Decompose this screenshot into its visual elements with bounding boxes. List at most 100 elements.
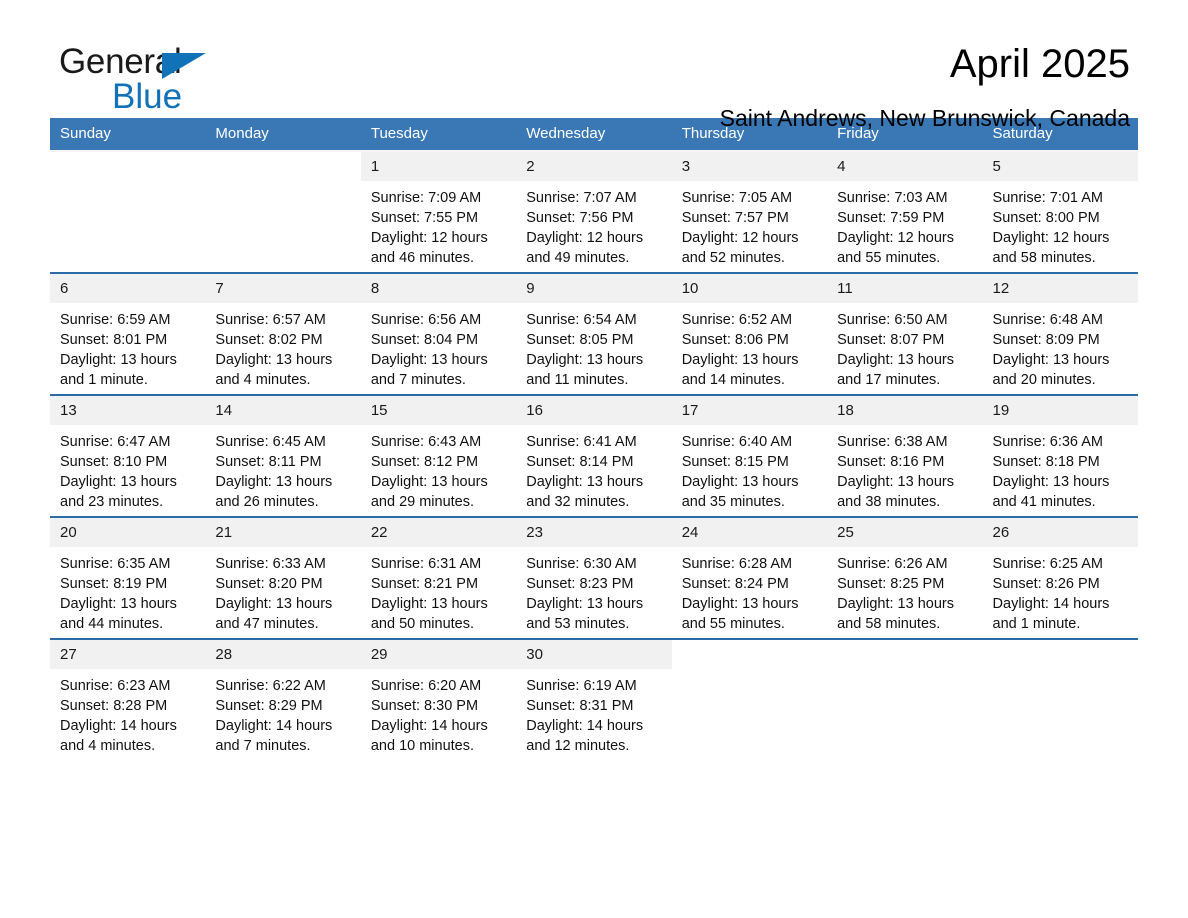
day-number: 18 [827, 396, 983, 425]
day-cell[interactable] [50, 152, 206, 272]
sunset-text: Sunset: 8:05 PM [526, 332, 634, 348]
day-cell[interactable]: 25 Sunrise: 6:26 AM Sunset: 8:25 PM Dayl… [827, 518, 983, 638]
day-cell[interactable]: 12 Sunrise: 6:48 AM Sunset: 8:09 PM Dayl… [982, 274, 1138, 394]
day-cell[interactable]: 2 Sunrise: 7:07 AM Sunset: 7:56 PM Dayli… [516, 152, 672, 272]
calendar-week-row: 20 Sunrise: 6:35 AM Sunset: 8:19 PM Dayl… [50, 518, 1138, 638]
day-cell[interactable]: 16 Sunrise: 6:41 AM Sunset: 8:14 PM Dayl… [516, 396, 672, 516]
daylight-text-line1: Daylight: 14 hours [60, 718, 177, 734]
day-cell[interactable]: 5 Sunrise: 7:01 AM Sunset: 8:00 PM Dayli… [982, 152, 1138, 272]
day-cell[interactable] [827, 640, 983, 760]
daylight-text-line2: and 17 minutes. [837, 372, 941, 388]
day-number: 2 [516, 152, 672, 181]
daylight-text-line1: Daylight: 13 hours [215, 352, 333, 368]
day-cell[interactable]: 4 Sunrise: 7:03 AM Sunset: 7:59 PM Dayli… [827, 152, 983, 272]
day-cell[interactable]: 8 Sunrise: 6:56 AM Sunset: 8:04 PM Dayli… [360, 274, 517, 394]
day-info: Sunrise: 6:35 AM Sunset: 8:19 PM Dayligh… [50, 547, 205, 634]
day-cell[interactable]: 3 Sunrise: 7:05 AM Sunset: 7:57 PM Dayli… [671, 152, 828, 272]
day-info: Sunrise: 6:28 AM Sunset: 8:24 PM Dayligh… [672, 547, 827, 634]
sunset-text: Sunset: 8:20 PM [215, 576, 323, 592]
day-number: 5 [982, 152, 1138, 181]
day-cell[interactable]: 26 Sunrise: 6:25 AM Sunset: 8:26 PM Dayl… [982, 518, 1138, 638]
day-cell[interactable]: 21 Sunrise: 6:33 AM Sunset: 8:20 PM Dayl… [205, 518, 361, 638]
day-info: Sunrise: 7:07 AM Sunset: 7:56 PM Dayligh… [516, 181, 671, 268]
day-info: Sunrise: 6:30 AM Sunset: 8:23 PM Dayligh… [516, 547, 671, 634]
sunset-text: Sunset: 8:30 PM [370, 698, 479, 714]
day-cell[interactable] [205, 152, 361, 272]
day-cell[interactable] [671, 640, 828, 760]
sunrise-text: Sunrise: 6:38 AM [837, 434, 948, 450]
day-cell[interactable]: 18 Sunrise: 6:38 AM Sunset: 8:16 PM Dayl… [827, 396, 983, 516]
day-number: 21 [205, 518, 361, 547]
day-number: 13 [50, 396, 206, 425]
sunset-text: Sunset: 8:18 PM [992, 454, 1100, 470]
day-cell[interactable]: 14 Sunrise: 6:45 AM Sunset: 8:11 PM Dayl… [205, 396, 361, 516]
day-cell[interactable]: 29 Sunrise: 6:20 AM Sunset: 8:30 PM Dayl… [360, 640, 517, 760]
sunrise-text: Sunrise: 6:59 AM [60, 312, 171, 328]
daylight-text-line1: Daylight: 13 hours [215, 474, 333, 490]
day-info: Sunrise: 6:20 AM Sunset: 8:30 PM Dayligh… [361, 669, 516, 756]
calendar-page: General Blue April 2025 Saint Andrews, N… [0, 0, 1188, 918]
daylight-text-line2: and 10 minutes. [370, 738, 475, 754]
day-cell[interactable]: 13 Sunrise: 6:47 AM Sunset: 8:10 PM Dayl… [50, 396, 206, 516]
logo-text-general: General [59, 42, 182, 81]
day-info: Sunrise: 6:26 AM Sunset: 8:25 PM Dayligh… [827, 547, 982, 634]
day-cell[interactable]: 7 Sunrise: 6:57 AM Sunset: 8:02 PM Dayli… [205, 274, 361, 394]
day-cell[interactable]: 10 Sunrise: 6:52 AM Sunset: 8:06 PM Dayl… [671, 274, 828, 394]
daylight-text-line2: and 58 minutes. [837, 616, 941, 632]
general-blue-logo[interactable]: General Blue [59, 44, 359, 120]
sunrise-text: Sunrise: 6:20 AM [370, 678, 482, 694]
month-calendar-table: Sunday Monday Tuesday Wednesday Thursday… [50, 118, 1138, 760]
day-cell[interactable]: 24 Sunrise: 6:28 AM Sunset: 8:24 PM Dayl… [671, 518, 828, 638]
day-info: Sunrise: 6:22 AM Sunset: 8:29 PM Dayligh… [205, 669, 360, 756]
weekday-header-sunday: Sunday [50, 118, 206, 150]
day-cell[interactable]: 15 Sunrise: 6:43 AM Sunset: 8:12 PM Dayl… [360, 396, 517, 516]
day-cell[interactable]: 19 Sunrise: 6:36 AM Sunset: 8:18 PM Dayl… [982, 396, 1138, 516]
day-number: 28 [205, 640, 361, 669]
day-info: Sunrise: 6:33 AM Sunset: 8:20 PM Dayligh… [205, 547, 360, 634]
daylight-text-line1: Daylight: 13 hours [60, 596, 177, 612]
daylight-text-line1: Daylight: 13 hours [60, 352, 177, 368]
day-cell[interactable]: 27 Sunrise: 6:23 AM Sunset: 8:28 PM Dayl… [50, 640, 206, 760]
day-number: 25 [827, 518, 983, 547]
sunset-text: Sunset: 7:59 PM [837, 210, 945, 226]
day-info: Sunrise: 6:38 AM Sunset: 8:16 PM Dayligh… [827, 425, 982, 512]
day-cell[interactable]: 1 Sunrise: 7:09 AM Sunset: 7:55 PM Dayli… [360, 152, 517, 272]
day-number: 14 [205, 396, 361, 425]
sunrise-text: Sunrise: 6:41 AM [526, 434, 637, 450]
day-cell[interactable]: 11 Sunrise: 6:50 AM Sunset: 8:07 PM Dayl… [827, 274, 983, 394]
day-info: Sunrise: 7:05 AM Sunset: 7:57 PM Dayligh… [672, 181, 827, 268]
day-number: 24 [671, 518, 828, 547]
daylight-text-line1: Daylight: 14 hours [215, 718, 333, 734]
daylight-text-line2: and 41 minutes. [992, 494, 1096, 510]
daylight-text-line2: and 29 minutes. [370, 494, 475, 510]
day-number: 29 [360, 640, 517, 669]
day-cell[interactable]: 23 Sunrise: 6:30 AM Sunset: 8:23 PM Dayl… [516, 518, 672, 638]
day-number: 20 [50, 518, 206, 547]
day-info: Sunrise: 6:56 AM Sunset: 8:04 PM Dayligh… [361, 303, 516, 390]
day-number: 30 [516, 640, 672, 669]
sunrise-text: Sunrise: 6:50 AM [837, 312, 948, 328]
weekday-header-monday: Monday [205, 118, 361, 150]
day-cell[interactable]: 30 Sunrise: 6:19 AM Sunset: 8:31 PM Dayl… [516, 640, 672, 760]
sunrise-text: Sunrise: 6:52 AM [681, 312, 793, 328]
sunset-text: Sunset: 7:56 PM [526, 210, 634, 226]
day-cell[interactable]: 28 Sunrise: 6:22 AM Sunset: 8:29 PM Dayl… [205, 640, 361, 760]
day-info: Sunrise: 7:01 AM Sunset: 8:00 PM Dayligh… [983, 181, 1138, 268]
sunrise-text: Sunrise: 6:47 AM [60, 434, 171, 450]
day-cell[interactable]: 17 Sunrise: 6:40 AM Sunset: 8:15 PM Dayl… [671, 396, 828, 516]
day-cell[interactable]: 20 Sunrise: 6:35 AM Sunset: 8:19 PM Dayl… [50, 518, 206, 638]
sunset-text: Sunset: 7:57 PM [681, 210, 789, 226]
sunrise-text: Sunrise: 6:19 AM [526, 678, 637, 694]
daylight-text-line1: Daylight: 14 hours [370, 718, 488, 734]
daylight-text-line1: Daylight: 13 hours [526, 352, 644, 368]
day-number: 8 [360, 274, 517, 303]
daylight-text-line1: Daylight: 12 hours [370, 230, 488, 246]
day-cell[interactable]: 6 Sunrise: 6:59 AM Sunset: 8:01 PM Dayli… [50, 274, 206, 394]
sunrise-text: Sunrise: 6:43 AM [370, 434, 482, 450]
day-cell[interactable] [982, 640, 1138, 760]
daylight-text-line2: and 12 minutes. [526, 738, 630, 754]
day-cell[interactable]: 9 Sunrise: 6:54 AM Sunset: 8:05 PM Dayli… [516, 274, 672, 394]
daylight-text-line2: and 14 minutes. [681, 372, 785, 388]
day-cell[interactable]: 22 Sunrise: 6:31 AM Sunset: 8:21 PM Dayl… [360, 518, 517, 638]
sunrise-text: Sunrise: 7:01 AM [992, 190, 1103, 206]
